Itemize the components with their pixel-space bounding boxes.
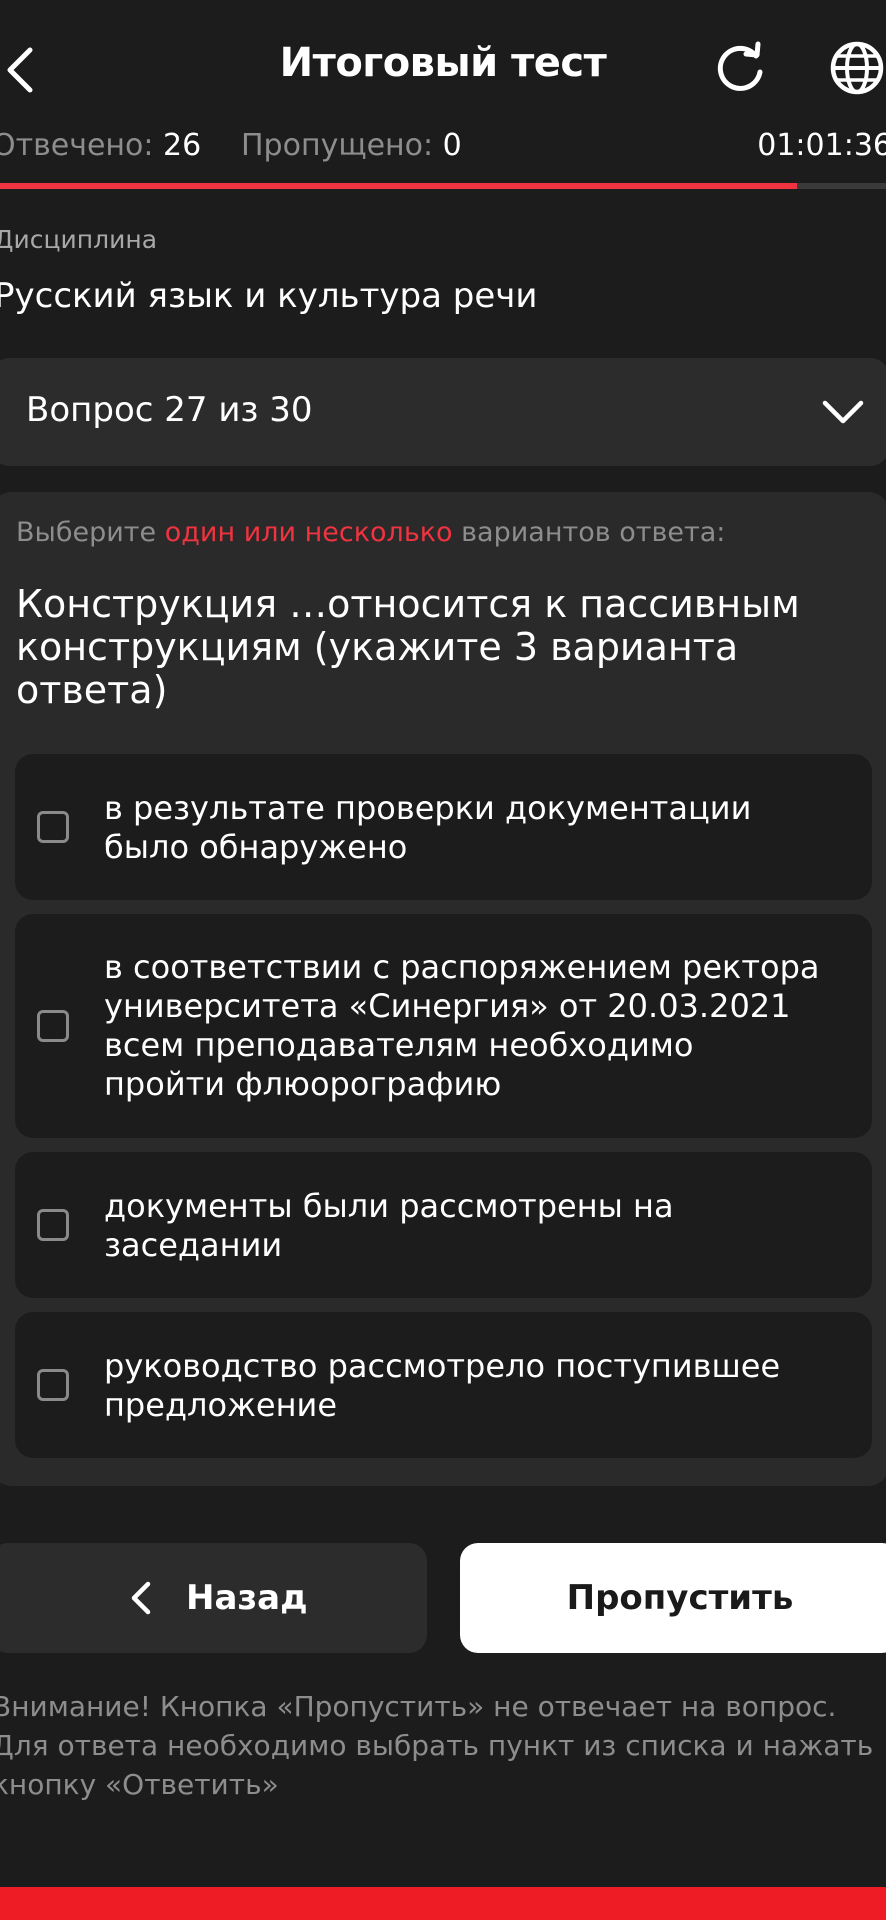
answered-stat: Отвечено: 26 — [0, 128, 201, 163]
back-button-label: Назад — [186, 1578, 308, 1618]
skip-button-label: Пропустить — [566, 1578, 794, 1618]
chevron-left-icon — [128, 1578, 154, 1618]
question-selector-label: Вопрос 27 из 30 — [26, 390, 313, 430]
skipped-stat: Пропущено: 0 — [241, 128, 462, 163]
answer-instruction: Выберите один или несколько вариантов от… — [16, 517, 725, 548]
option-checkbox-4[interactable] — [37, 1369, 69, 1401]
option-text-2: в соответствии с распоряжением ректора у… — [104, 948, 820, 1103]
option-text-1: в результате проверки документации было … — [104, 789, 752, 866]
skipped-value: 0 — [442, 128, 462, 163]
chevron-down-icon[interactable] — [820, 395, 866, 431]
option-text-3: документы были рассмотрены на заседании — [104, 1187, 674, 1264]
globe-icon[interactable] — [828, 38, 886, 98]
instruction-accent: один или несколько — [164, 517, 453, 548]
question-text: Конструкция …относится к пассивным конст… — [16, 582, 800, 712]
option-text-4: руководство рассмотрело поступившее пред… — [104, 1347, 781, 1424]
instruction-suffix: вариантов ответа: — [452, 517, 726, 548]
progress-fill — [0, 183, 798, 189]
option-checkbox-1[interactable] — [37, 811, 69, 843]
skipped-label: Пропущено: — [241, 128, 434, 163]
instruction-prefix: Выберите — [16, 517, 165, 548]
answered-label: Отвечено: — [0, 128, 154, 163]
bottom-action-bar[interactable] — [0, 1887, 886, 1920]
answered-value: 26 — [163, 128, 202, 163]
discipline-label: Дисциплина — [0, 225, 158, 254]
option-checkbox-2[interactable] — [37, 1010, 69, 1042]
option-checkbox-3[interactable] — [37, 1209, 69, 1241]
discipline-value: Русский язык и культура речи — [0, 276, 538, 316]
timer: 01:01:36 — [757, 128, 886, 163]
skip-notice: Внимание! Кнопка «Пропустить» не отвечае… — [0, 1690, 874, 1801]
refresh-icon[interactable] — [712, 38, 768, 98]
progress-bar — [0, 183, 886, 189]
